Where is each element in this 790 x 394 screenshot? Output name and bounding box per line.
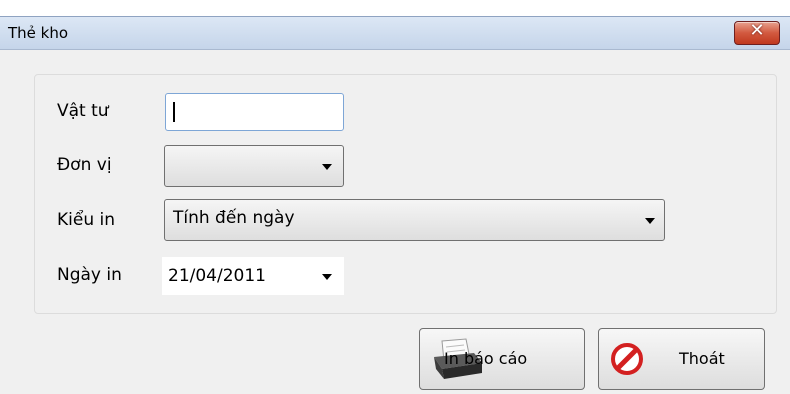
exit-button[interactable]: Thoát	[598, 328, 765, 390]
stop-icon	[611, 343, 643, 375]
kieu-in-label: Kiểu in	[57, 210, 116, 230]
text-caret	[173, 102, 175, 122]
close-button[interactable]: ✕	[734, 20, 780, 45]
don-vi-dropdown[interactable]	[164, 145, 344, 187]
ngay-in-value: 21/04/2011	[168, 266, 266, 286]
kieu-in-value: Tính đến ngày	[173, 208, 295, 228]
kieu-in-dropdown[interactable]: Tính đến ngày	[164, 199, 665, 241]
vat-tu-label: Vật tư	[57, 101, 109, 121]
window-title: Thẻ kho	[8, 24, 69, 42]
chevron-down-icon	[322, 164, 332, 170]
don-vi-label: Đơn vị	[57, 155, 112, 175]
vat-tu-input[interactable]	[165, 93, 344, 131]
form-group-box	[34, 74, 777, 314]
close-icon: ✕	[749, 20, 765, 41]
ngay-in-label: Ngày in	[57, 265, 122, 285]
print-report-label: In báo cáo	[444, 349, 528, 368]
title-bar: Thẻ kho ✕	[0, 17, 790, 50]
the-kho-dialog: Thẻ kho ✕ Vật tư Đơn vị Kiểu in Tính đến…	[0, 16, 790, 394]
ngay-in-date-picker[interactable]: 21/04/2011	[162, 257, 344, 295]
chevron-down-icon	[322, 274, 332, 280]
chevron-down-icon	[645, 218, 655, 224]
print-report-button[interactable]: In báo cáo	[419, 328, 585, 390]
exit-label: Thoát	[679, 349, 725, 368]
